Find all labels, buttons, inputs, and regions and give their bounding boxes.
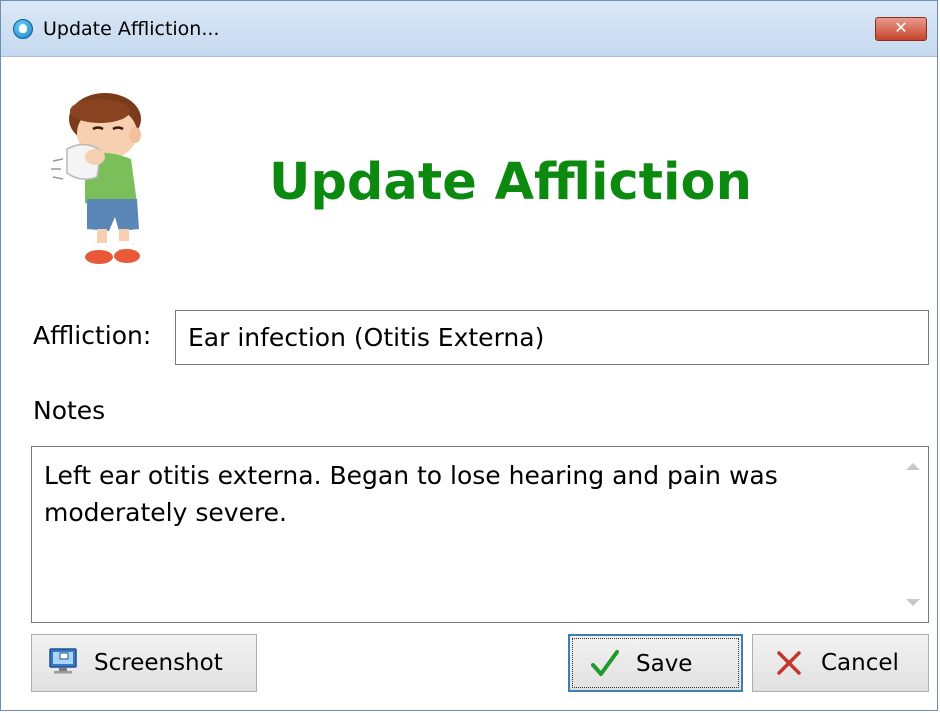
close-icon: ✕ [894, 20, 908, 37]
scroll-up-arrow-icon[interactable] [906, 463, 920, 470]
x-icon [777, 651, 801, 675]
checkmark-icon [591, 650, 619, 676]
save-button[interactable]: Save [568, 634, 743, 692]
notes-text: Left ear otitis externa. Began to lose h… [44, 461, 778, 527]
page-title: Update Affliction [269, 153, 752, 212]
window-title: Update Affliction... [43, 18, 220, 40]
sneezing-child-illustration [51, 93, 141, 264]
monitor-icon [49, 648, 77, 674]
screenshot-button-label: Screenshot [94, 650, 223, 676]
notes-scrollbar[interactable] [898, 447, 928, 622]
app-icon [13, 19, 33, 39]
close-button[interactable]: ✕ [875, 17, 927, 41]
cancel-button-label: Cancel [821, 650, 899, 676]
screenshot-button[interactable]: Screenshot [31, 634, 257, 692]
affliction-label: Affliction: [33, 321, 152, 350]
notes-textarea[interactable]: Left ear otitis externa. Began to lose h… [31, 446, 929, 623]
notes-label: Notes [33, 396, 106, 425]
affliction-input[interactable]: Ear infection (Otitis Externa) [175, 310, 929, 365]
save-button-label: Save [636, 651, 693, 677]
cancel-button[interactable]: Cancel [752, 634, 929, 692]
scroll-down-arrow-icon[interactable] [906, 599, 920, 606]
dialog-window: Update Affliction... ✕ Update Affliction… [0, 0, 938, 711]
title-bar[interactable]: Update Affliction... ✕ [1, 1, 937, 57]
